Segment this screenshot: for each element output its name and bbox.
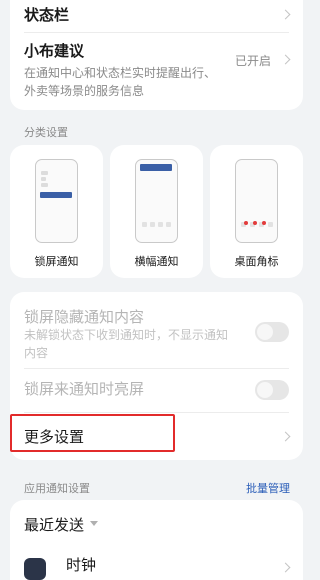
chevron-right-icon	[280, 562, 291, 573]
lockscreen-preview-icon	[35, 159, 78, 243]
batch-manage-link[interactable]: 批量管理	[246, 480, 290, 496]
app-name: 时钟	[66, 556, 97, 574]
status-bar-row[interactable]: 状态栏	[10, 0, 303, 30]
badge-preview-icon	[235, 159, 278, 243]
app-row-clock[interactable]: 时钟	[10, 550, 303, 580]
sort-selector[interactable]: 最近发送	[10, 500, 303, 544]
app-section-label: 应用通知设置	[24, 482, 90, 495]
xiaobu-description: 在通知中心和状态栏实时提醒出行、外卖等场景的服务信息	[24, 66, 217, 98]
top-settings-card: 状态栏 小布建议 在通知中心和状态栏实时提醒出行、外卖等场景的服务信息 已开启	[10, 0, 303, 110]
status-bar-title: 状态栏	[24, 6, 70, 24]
chevron-down-icon	[90, 521, 98, 526]
tile-label: 桌面角标	[234, 255, 279, 268]
xiaobu-suggestion-row[interactable]: 小布建议 在通知中心和状态栏实时提醒出行、外卖等场景的服务信息 已开启	[10, 34, 303, 106]
chevron-right-icon	[280, 54, 291, 65]
wake-screen-title: 锁屏来通知时亮屏	[24, 380, 145, 398]
wake-screen-toggle[interactable]	[255, 380, 289, 400]
tile-label: 横幅通知	[134, 255, 179, 268]
tile-desktop-badge[interactable]: 桌面角标	[210, 145, 303, 278]
app-list-card: 最近发送 时钟	[10, 500, 303, 580]
chevron-right-icon	[280, 9, 291, 20]
xiaobu-status-value: 已开启	[234, 54, 271, 68]
xiaobu-title: 小布建议	[24, 42, 85, 60]
divider	[24, 32, 289, 33]
hide-content-description: 未解锁状态下收到通知时，不显示通知内容	[24, 328, 229, 360]
tile-label: 锁屏通知	[34, 255, 79, 268]
divider	[24, 412, 289, 413]
banner-preview-icon	[135, 159, 178, 243]
tile-lockscreen-notification[interactable]: 锁屏通知	[10, 145, 103, 278]
highlight-box	[10, 414, 175, 452]
sort-label: 最近发送	[24, 516, 85, 534]
hide-content-title: 锁屏隐藏通知内容	[24, 308, 145, 326]
divider	[24, 368, 289, 369]
hide-content-toggle[interactable]	[255, 322, 289, 342]
category-section-label: 分类设置	[24, 126, 68, 139]
chevron-right-icon	[280, 431, 291, 442]
clock-app-icon	[24, 558, 46, 580]
wake-screen-row: 锁屏来通知时亮屏	[10, 370, 303, 410]
tile-banner-notification[interactable]: 横幅通知	[110, 145, 203, 278]
hide-content-row: 锁屏隐藏通知内容 未解锁状态下收到通知时，不显示通知内容	[10, 292, 303, 366]
